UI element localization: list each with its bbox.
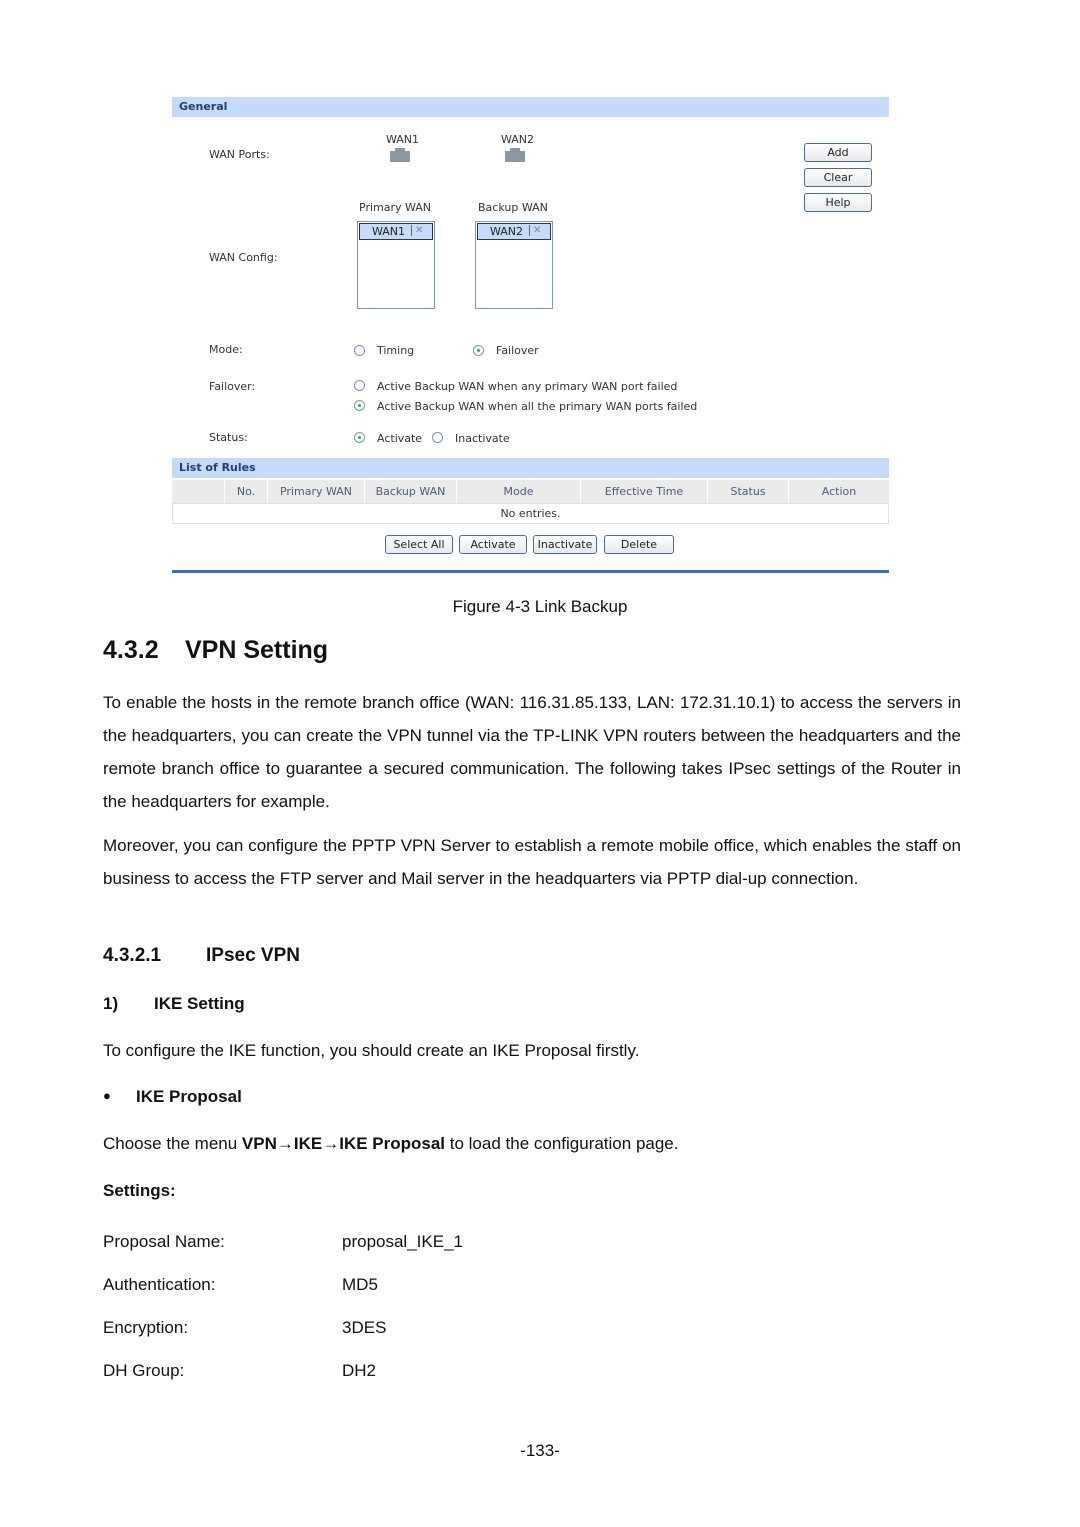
wan-ports-label: WAN Ports: — [209, 148, 270, 161]
mode-failover-label: Failover — [496, 344, 539, 357]
bullet-ike-proposal: ● IKE Proposal — [103, 1087, 242, 1107]
list-of-rules-header: List of Rules — [172, 458, 889, 478]
setting-value: 3DES — [342, 1318, 387, 1337]
select-all-button[interactable]: Select All — [385, 535, 453, 554]
backup-wan-header: Backup WAN — [478, 201, 548, 214]
wan1-port-label: WAN1 — [386, 133, 420, 146]
mode-label: Mode: — [209, 343, 243, 356]
wan2-port-icon — [505, 148, 525, 162]
wan2-port-label: WAN2 — [501, 133, 535, 146]
page-number: -133- — [520, 1441, 560, 1460]
setting-key: DH Group: — [103, 1361, 185, 1380]
column-status: Status — [707, 480, 788, 503]
menu-path-instruction: Choose the menu VPN→IKE→IKE Proposal to … — [103, 1134, 678, 1154]
failover-any-radio[interactable] — [354, 380, 365, 391]
status-activate-label: Activate — [377, 432, 423, 445]
column-select — [172, 480, 224, 503]
activate-button[interactable]: Activate — [459, 535, 527, 554]
figure-bottom-divider — [172, 570, 889, 573]
link-backup-screenshot: General WAN Ports: WAN1 WAN2 Add Clear H… — [172, 97, 889, 573]
wan1-port-icon — [390, 148, 410, 162]
bullet-icon: ● — [103, 1088, 111, 1103]
column-primary-wan: Primary WAN — [267, 480, 364, 503]
backup-wan-chip[interactable]: WAN2 ✕ — [477, 223, 551, 240]
setting-key: Authentication: — [103, 1275, 216, 1294]
section-heading: 4.3.2 VPN Setting — [103, 636, 328, 665]
paragraph-pptp: Moreover, you can configure the PPTP VPN… — [103, 836, 961, 888]
setting-value: proposal_IKE_1 — [342, 1232, 463, 1251]
figure-caption: Figure 4-3 Link Backup — [452, 597, 628, 616]
delete-button[interactable]: Delete — [604, 535, 674, 554]
column-effective-time: Effective Time — [580, 480, 707, 503]
backup-wan-list[interactable]: WAN2 ✕ — [475, 221, 553, 309]
status-label: Status: — [209, 431, 248, 444]
inactivate-button[interactable]: Inactivate — [533, 535, 597, 554]
menu-path: VPN→IKE→IKE Proposal — [241, 1134, 446, 1153]
section-number: 4.3.2 — [103, 636, 159, 664]
section-title: VPN Setting — [185, 636, 329, 664]
mode-timing-radio[interactable] — [354, 345, 365, 356]
primary-wan-list[interactable]: WAN1 ✕ — [357, 221, 435, 309]
setting-value: MD5 — [342, 1275, 378, 1294]
primary-wan-header: Primary WAN — [359, 201, 432, 214]
step-title: IKE Setting — [154, 994, 245, 1013]
setting-key: Proposal Name: — [103, 1232, 225, 1251]
failover-any-label: Active Backup WAN when any primary WAN p… — [377, 380, 678, 393]
subsection-heading: 4.3.2.1 IPsec VPN — [103, 945, 300, 967]
failover-label: Failover: — [209, 380, 256, 393]
setting-value: DH2 — [342, 1361, 377, 1380]
no-entries-row: No entries. — [172, 503, 889, 524]
mode-failover-radio[interactable] — [473, 345, 484, 356]
subsection-title: IPsec VPN — [206, 945, 300, 966]
bullet-title: IKE Proposal — [136, 1087, 242, 1106]
primary-wan-chip[interactable]: WAN1 ✕ — [359, 223, 433, 240]
remove-icon[interactable]: ✕ — [411, 225, 426, 236]
status-activate-radio[interactable] — [354, 432, 365, 443]
column-action: Action — [788, 480, 889, 503]
step-number: 1) — [103, 994, 119, 1013]
settings-label: Settings: — [103, 1181, 176, 1200]
column-no: No. — [224, 480, 267, 503]
rules-table-header: No. Primary WAN Backup WAN Mode Effectiv… — [172, 480, 889, 503]
column-backup-wan: Backup WAN — [364, 480, 456, 503]
backup-wan-chip-label: WAN2 — [490, 225, 524, 238]
general-section-header: General — [172, 97, 889, 117]
failover-all-label: Active Backup WAN when all the primary W… — [377, 400, 698, 413]
column-mode: Mode — [456, 480, 580, 503]
paragraph-vpn-intro: To enable the hosts in the remote branch… — [103, 693, 961, 811]
clear-button[interactable]: Clear — [804, 168, 872, 187]
add-button[interactable]: Add — [804, 143, 872, 162]
status-inactivate-radio[interactable] — [432, 432, 443, 443]
failover-all-radio[interactable] — [354, 400, 365, 411]
wan-config-label: WAN Config: — [209, 251, 278, 264]
menu-path-suffix: to load the configuration page. — [445, 1134, 679, 1153]
menu-path-prefix: Choose the menu — [103, 1134, 242, 1153]
help-button[interactable]: Help — [804, 193, 872, 212]
primary-wan-chip-label: WAN1 — [372, 225, 406, 238]
mode-timing-label: Timing — [377, 344, 415, 357]
status-inactivate-label: Inactivate — [455, 432, 510, 445]
setting-key: Encryption: — [103, 1318, 189, 1337]
step-description: To configure the IKE function, you shoul… — [103, 1041, 640, 1060]
step-heading: 1) IKE Setting — [103, 994, 245, 1014]
subsection-number: 4.3.2.1 — [103, 945, 162, 966]
remove-icon[interactable]: ✕ — [529, 225, 544, 236]
